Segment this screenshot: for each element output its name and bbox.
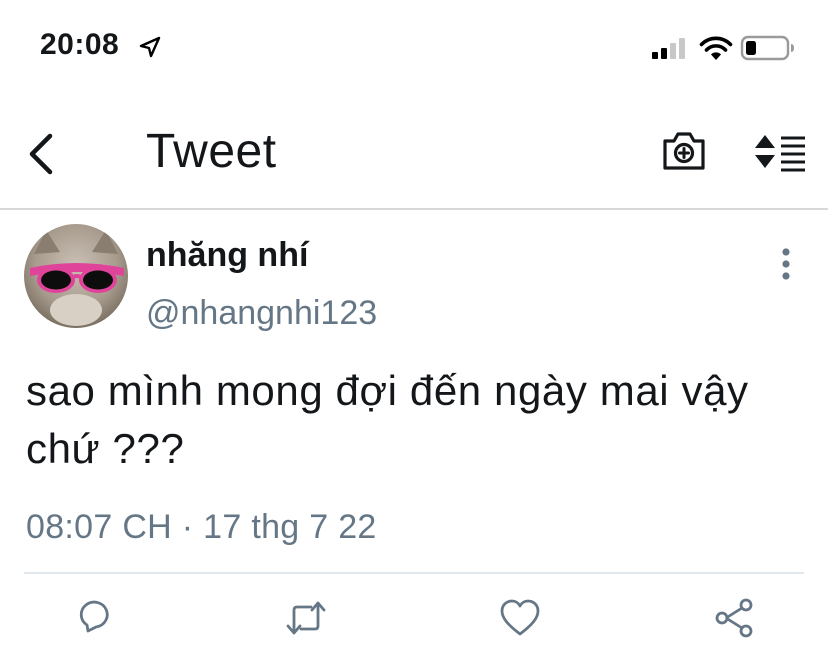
tweet-text: sao mình mong đợi đến ngày mai vậy chứ ?… <box>26 367 749 472</box>
sort-list-icon[interactable] <box>752 130 808 174</box>
location-arrow-icon <box>139 36 161 58</box>
more-vertical-icon[interactable] <box>772 244 800 284</box>
chevron-left-icon[interactable] <box>22 130 62 178</box>
avatar[interactable] <box>24 224 128 328</box>
tweet-time: 08:07 CH <box>26 508 173 546</box>
status-bar: 20:08 <box>0 0 828 96</box>
meta-separator: · <box>181 508 194 546</box>
tweet-detail: nhăng nhí @nhangnhi123 sao mình mong đợi… <box>0 210 828 666</box>
signal-bars-icon <box>652 38 685 59</box>
like-icon[interactable] <box>498 596 542 640</box>
wifi-icon <box>699 36 733 60</box>
share-icon[interactable] <box>712 596 756 640</box>
retweet-icon[interactable] <box>284 596 328 640</box>
reply-icon[interactable] <box>72 596 116 640</box>
user-handle[interactable]: @nhangnhi123 <box>146 294 377 333</box>
navigation-bar: Tweet <box>0 100 828 210</box>
display-name[interactable]: nhăng nhí <box>146 236 308 275</box>
tweet-timestamp: 08:07 CH · 17 thg 7 22 <box>26 508 377 547</box>
status-time: 20:08 <box>40 28 120 61</box>
divider <box>24 572 804 574</box>
tweet-date: 17 thg 7 22 <box>203 508 377 546</box>
battery-icon <box>740 35 794 61</box>
camera-plus-icon[interactable] <box>660 128 708 174</box>
page-title: Tweet <box>146 125 277 178</box>
